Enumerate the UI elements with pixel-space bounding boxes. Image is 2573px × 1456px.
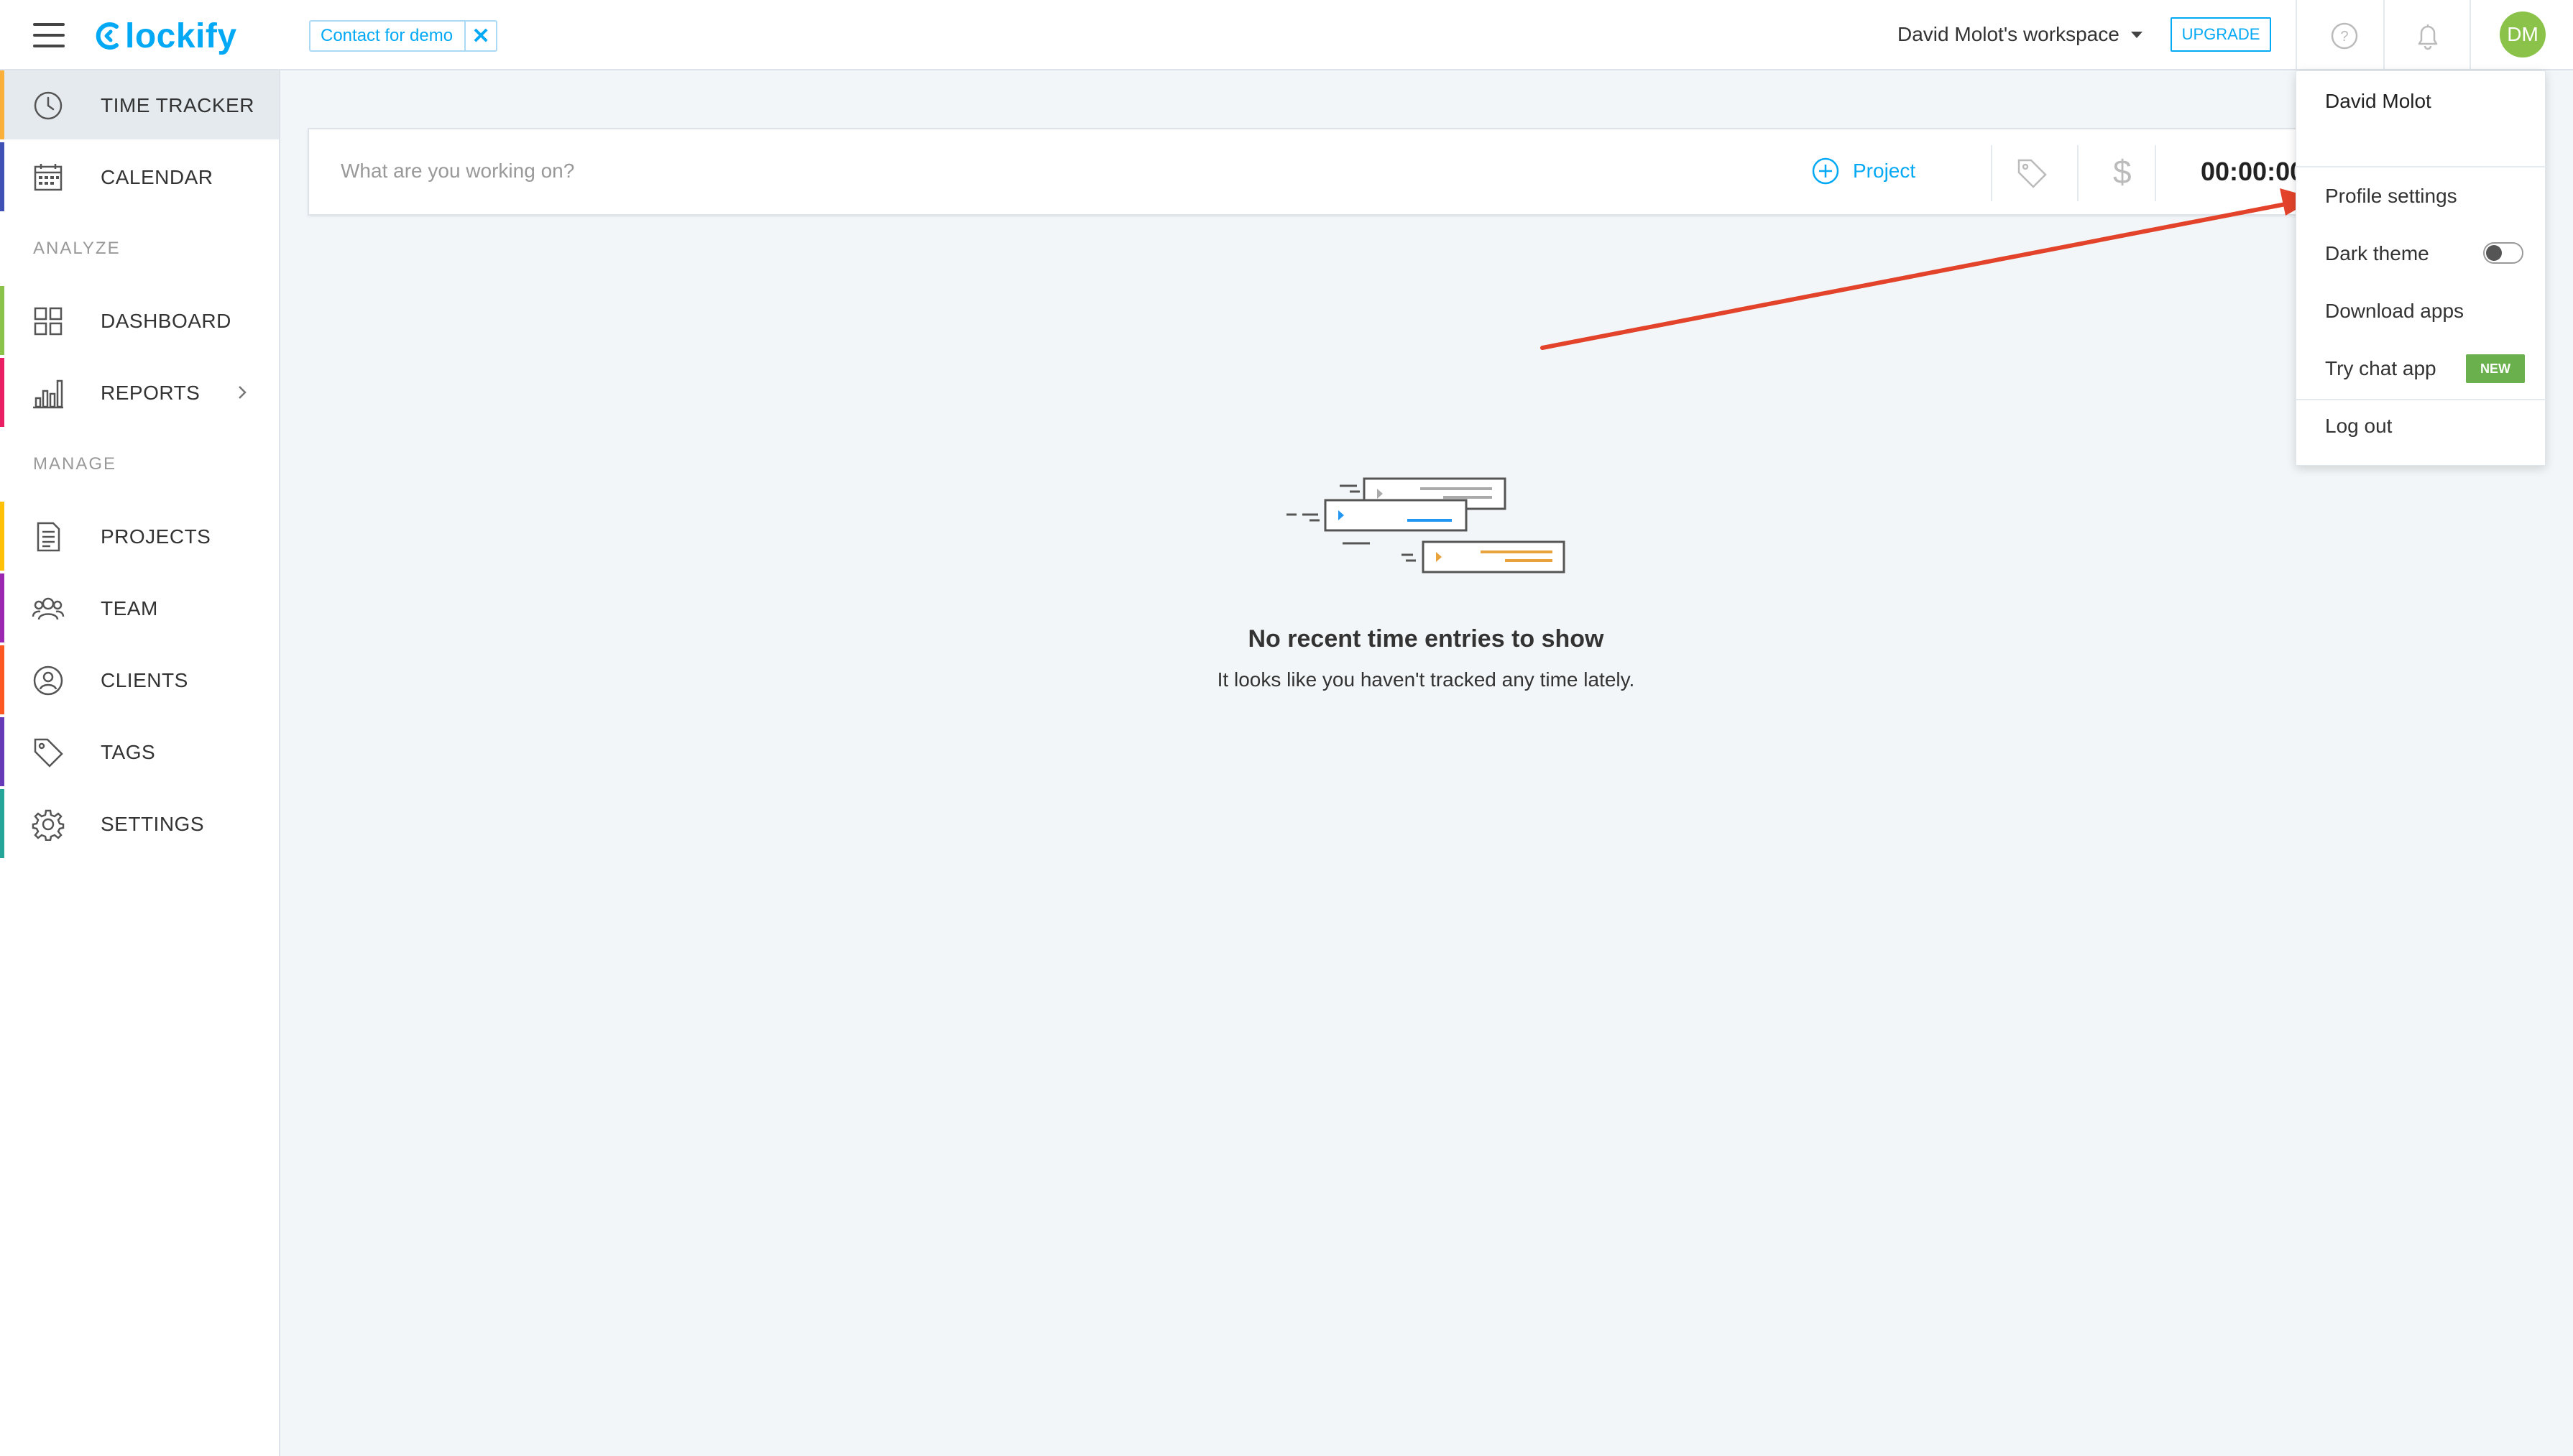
sidebar-color-bar <box>0 142 4 211</box>
divider <box>2077 145 2079 201</box>
sidebar-color-bar <box>0 645 4 714</box>
menu-item-download-apps[interactable]: Download apps <box>2325 300 2464 323</box>
sidebar-item-clients[interactable]: CLIENTS <box>0 645 279 714</box>
sidebar-item-reports[interactable]: REPORTS <box>0 358 279 427</box>
profile-name: David Molot <box>2325 90 2431 112</box>
divider <box>2470 0 2471 69</box>
tag-icon <box>34 738 63 768</box>
timer-display: 00:00:00 <box>2201 157 2305 186</box>
sidebar-item-label: TEAM <box>101 597 158 619</box>
divider <box>2383 0 2385 69</box>
users-icon <box>32 597 65 620</box>
top-bar: lockify Contact for demo ✕ David Molot's… <box>0 0 2573 70</box>
divider <box>2296 166 2546 167</box>
section-label-manage: MANAGE <box>33 454 117 474</box>
divider <box>2296 0 2297 69</box>
annotation-arrow <box>1540 188 2316 350</box>
time-tracker-bar: What are you working on? Project $ 00:00… <box>308 128 2493 216</box>
sidebar-item-label: PROJECTS <box>101 525 211 548</box>
menu-item-try-chat-app[interactable]: Try chat app <box>2325 357 2436 380</box>
sidebar-item-label: CLIENTS <box>101 669 188 691</box>
sidebar-color-bar <box>0 789 4 858</box>
sidebar-color-bar <box>0 70 4 139</box>
help-icon[interactable]: ? <box>2327 19 2362 53</box>
toggle-knob <box>2486 245 2502 261</box>
divider <box>2155 145 2156 201</box>
upgrade-button[interactable]: UPGRADE <box>2171 17 2271 52</box>
section-label-analyze: ANALYZE <box>33 239 121 258</box>
empty-state-title: No recent time entries to show <box>1248 625 1604 653</box>
sidebar-item-tags[interactable]: TAGS <box>0 717 279 786</box>
sidebar-item-label: TAGS <box>101 741 156 763</box>
contact-for-demo-label[interactable]: Contact for demo <box>310 26 464 46</box>
sidebar-item-team[interactable]: TEAM <box>0 573 279 642</box>
empty-state-subtitle: It looks like you haven't tracked any ti… <box>1217 668 1635 691</box>
hamburger-menu-icon[interactable] <box>33 22 65 49</box>
plus-circle-icon <box>1812 157 1839 185</box>
sidebar-item-label: REPORTS <box>101 382 201 404</box>
clockify-logo[interactable]: lockify <box>95 14 237 57</box>
sidebar-item-projects[interactable]: PROJECTS <box>0 502 279 571</box>
tag-icon[interactable] <box>2015 157 2048 190</box>
chevron-right-icon[interactable] <box>234 382 250 402</box>
project-selector[interactable]: Project <box>1811 157 1915 185</box>
menu-item-profile-settings[interactable]: Profile settings <box>2325 185 2457 208</box>
clock-icon <box>34 91 63 120</box>
sidebar-item-label: DASHBOARD <box>101 310 231 332</box>
sidebar-color-bar <box>0 717 4 786</box>
svg-text:?: ? <box>2340 29 2348 45</box>
caret-down-icon <box>2130 31 2142 38</box>
sidebar-color-bar <box>0 358 4 427</box>
logo-text: lockify <box>125 17 237 55</box>
menu-item-dark-theme[interactable]: Dark theme <box>2325 242 2429 265</box>
bell-icon[interactable] <box>2411 19 2445 53</box>
sidebar-item-time-tracker[interactable]: TIME TRACKER <box>0 70 279 139</box>
document-icon <box>37 522 60 552</box>
sidebar-item-label: TIME TRACKER <box>101 94 254 116</box>
logo-mark-icon <box>96 22 119 50</box>
calendar-icon <box>34 164 63 191</box>
sidebar-item-label: CALENDAR <box>101 166 213 188</box>
dashboard-icon <box>34 307 63 336</box>
billable-dollar-icon[interactable]: $ <box>2113 152 2132 191</box>
project-label: Project <box>1853 160 1916 182</box>
divider <box>2296 399 2546 400</box>
sidebar-item-dashboard[interactable]: DASHBOARD <box>0 286 279 355</box>
sidebar-color-bar <box>0 502 4 571</box>
dark-theme-toggle[interactable] <box>2483 242 2523 264</box>
gear-icon <box>32 809 65 841</box>
sidebar-color-bar <box>0 286 4 355</box>
menu-item-log-out[interactable]: Log out <box>2325 415 2392 438</box>
close-demo-chip-icon[interactable]: ✕ <box>464 22 496 50</box>
sidebar-item-calendar[interactable]: CALENDAR <box>0 142 279 211</box>
description-input[interactable]: What are you working on? <box>341 160 574 183</box>
new-badge: NEW <box>2466 354 2525 383</box>
workspace-selector[interactable]: David Molot's workspace <box>1897 20 2142 49</box>
empty-entries-illustration <box>1286 477 1565 573</box>
sidebar-color-bar <box>0 573 4 642</box>
bar-chart-icon <box>33 379 63 409</box>
sidebar-item-settings[interactable]: SETTINGS <box>0 789 279 858</box>
user-avatar[interactable]: DM <box>2500 11 2546 57</box>
client-icon <box>33 665 63 696</box>
workspace-name: David Molot's workspace <box>1897 23 2119 45</box>
divider <box>1991 145 1992 201</box>
profile-dropdown-menu: David Molot Profile settings Dark theme … <box>2296 70 2546 466</box>
sidebar: TIME TRACKER CALENDAR ANALYZE DASHBOARD … <box>0 70 280 1456</box>
contact-for-demo-chip[interactable]: Contact for demo ✕ <box>309 20 498 52</box>
sidebar-item-label: SETTINGS <box>101 813 205 835</box>
